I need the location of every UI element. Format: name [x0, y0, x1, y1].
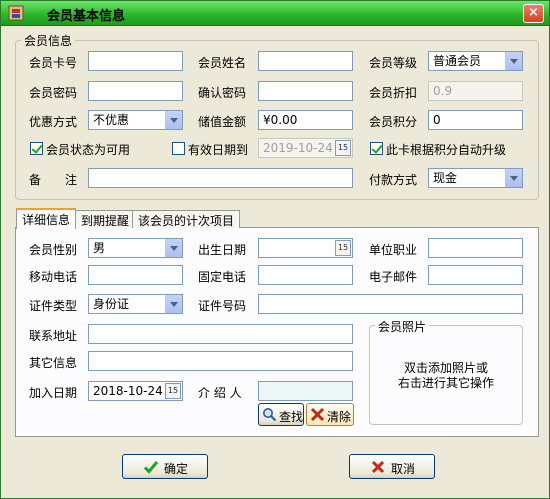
expiry-date-input[interactable]: 2019-10-24 15 — [258, 138, 353, 158]
payment-value: 现金 — [433, 171, 458, 185]
cancel-button[interactable]: 取消 — [349, 454, 435, 479]
promo-value: 不优惠 — [93, 113, 130, 127]
birthday-input[interactable]: 15 — [258, 238, 353, 258]
id-type-value: 身份证 — [93, 297, 130, 311]
payment-label: 付款方式 — [369, 173, 418, 187]
password-input[interactable] — [88, 81, 183, 101]
close-icon: × — [528, 5, 539, 20]
id-no-label: 证件号码 — [198, 299, 247, 313]
other-label: 其它信息 — [29, 356, 78, 370]
cancel-button-label: 取消 — [391, 462, 416, 476]
chevron-down-icon[interactable] — [165, 111, 182, 129]
auto-upgrade-checkbox[interactable] — [370, 142, 383, 155]
checkmark-icon — [143, 461, 159, 474]
join-date-value: 2018-10-24 — [93, 384, 163, 398]
auto-upgrade-label[interactable]: 此卡根据积分自动升级 — [386, 141, 506, 158]
birthday-label: 出生日期 — [198, 243, 247, 257]
confirm-password-input[interactable] — [258, 81, 353, 101]
discount-input[interactable]: 0.9 — [428, 81, 523, 101]
other-input[interactable] — [88, 351, 353, 371]
close-button[interactable]: × — [523, 4, 544, 23]
password-label: 会员密码 — [29, 86, 78, 100]
magnifier-icon — [263, 408, 277, 422]
mobile-input[interactable] — [88, 265, 183, 285]
clear-button[interactable]: 清除 — [306, 403, 354, 426]
window-title: 会员基本信息 — [47, 9, 126, 24]
expiry-date-value: 2019-10-24 — [263, 141, 333, 155]
points-label: 会员积分 — [369, 115, 418, 129]
chevron-down-icon[interactable] — [165, 239, 182, 257]
referrer-label: 介 绍 人 — [198, 386, 242, 400]
gender-value: 男 — [93, 241, 106, 255]
remarks-input[interactable] — [88, 168, 353, 188]
points-input[interactable]: 0 — [428, 110, 523, 130]
chevron-down-icon[interactable] — [505, 52, 522, 70]
app-icon — [8, 5, 24, 21]
ok-button[interactable]: 确定 — [122, 454, 208, 479]
address-input[interactable] — [88, 324, 353, 344]
status-available-label[interactable]: 会员状态为可用 — [46, 141, 130, 158]
level-value: 普通会员 — [433, 54, 482, 68]
join-date-label: 加入日期 — [29, 386, 78, 400]
tab-count-items[interactable]: 该会员的计次项目 — [132, 210, 241, 228]
calendar-icon[interactable]: 15 — [165, 383, 181, 399]
title-bar[interactable]: 会员基本信息 × — [1, 1, 549, 26]
name-label: 会员姓名 — [198, 56, 247, 70]
member-photo-box[interactable]: 双击添加照片或 右击进行其它操作 — [369, 325, 523, 425]
member-photo-legend: 会员照片 — [375, 318, 430, 335]
find-button[interactable]: 查找 — [258, 403, 304, 426]
member-info-window: 会员基本信息 × 会员信息 会员卡号 会员姓名 会员等级 普通会员 会员密码 确… — [0, 0, 550, 499]
name-input[interactable] — [258, 51, 353, 71]
confirm-password-label: 确认密码 — [198, 86, 247, 100]
id-type-select[interactable]: 身份证 — [88, 294, 183, 314]
chevron-down-icon[interactable] — [505, 169, 522, 187]
calendar-icon[interactable]: 15 — [335, 240, 351, 256]
chevron-down-icon[interactable] — [165, 295, 182, 313]
payment-select[interactable]: 现金 — [428, 168, 523, 188]
expiry-checkbox[interactable] — [172, 142, 185, 155]
job-label: 单位职业 — [369, 243, 418, 257]
promo-label: 优惠方式 — [29, 115, 78, 129]
address-label: 联系地址 — [29, 329, 78, 343]
id-no-input[interactable] — [258, 294, 523, 314]
card-no-label: 会员卡号 — [29, 56, 78, 70]
tab-expiry-reminder[interactable]: 到期提醒 — [75, 210, 136, 228]
close-x-icon — [371, 460, 385, 474]
gender-select[interactable]: 男 — [88, 238, 183, 258]
ok-button-label: 确定 — [164, 462, 189, 476]
email-label: 电子邮件 — [369, 270, 418, 284]
clear-x-icon — [310, 407, 325, 422]
level-select[interactable]: 普通会员 — [428, 51, 523, 71]
calendar-icon[interactable]: 15 — [335, 140, 351, 156]
stored-amount-label: 储值金额 — [198, 115, 247, 129]
find-button-label: 查找 — [279, 410, 304, 424]
join-date-input[interactable]: 2018-10-24 15 — [88, 381, 183, 401]
phone-input[interactable] — [258, 265, 353, 285]
clear-button-label: 清除 — [327, 410, 352, 424]
id-type-label: 证件类型 — [29, 299, 78, 313]
stored-amount-input[interactable]: ¥0.00 — [258, 110, 353, 130]
promo-select[interactable]: 不优惠 — [88, 110, 183, 130]
job-input[interactable] — [428, 238, 523, 258]
tab-details[interactable]: 详细信息 — [16, 208, 77, 229]
member-info-legend: 会员信息 — [21, 32, 76, 49]
photo-hint-line2: 右击进行其它操作 — [397, 376, 494, 390]
discount-label: 会员折扣 — [369, 86, 418, 100]
status-available-checkbox[interactable] — [30, 142, 43, 155]
level-label: 会员等级 — [369, 56, 418, 70]
gender-label: 会员性别 — [29, 243, 78, 257]
card-no-input[interactable] — [88, 51, 183, 71]
referrer-input[interactable] — [258, 381, 353, 401]
remarks-label: 备 注 — [29, 173, 78, 187]
expiry-label[interactable]: 有效日期到 — [188, 141, 248, 158]
email-input[interactable] — [428, 265, 523, 285]
mobile-label: 移动电话 — [29, 270, 78, 284]
phone-label: 固定电话 — [198, 270, 247, 284]
